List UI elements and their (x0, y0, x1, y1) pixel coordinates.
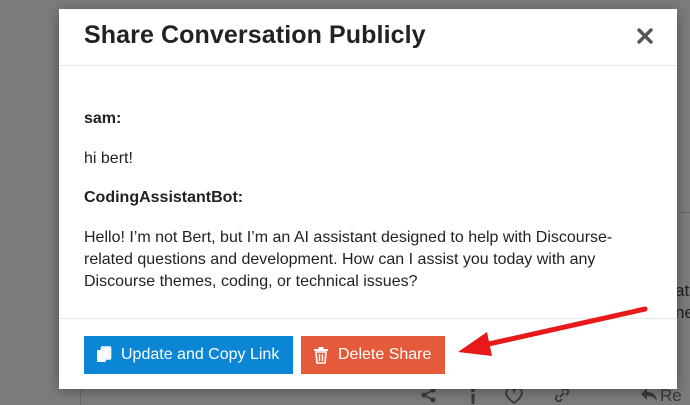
message-text-line: Discourse themes, coding, or technical i… (84, 273, 418, 290)
message-text-line: Hello! I’m not Bert, but I’m an AI assis… (84, 229, 613, 246)
background-post-border (80, 388, 81, 405)
update-and-copy-link-button[interactable]: Update and Copy Link (84, 336, 293, 374)
close-button[interactable] (635, 26, 655, 46)
update-and-copy-link-label: Update and Copy Link (121, 346, 280, 363)
modal-header: Share Conversation Publicly (59, 9, 677, 66)
background-divider (676, 212, 690, 213)
message-text: hi bert! (84, 150, 133, 167)
share-conversation-modal: Share Conversation Publicly sam: hi bert… (59, 9, 677, 389)
close-icon (637, 28, 653, 44)
background-text-fragment: ate (675, 281, 690, 300)
modal-footer: Update and Copy Link Delete Share (59, 318, 677, 390)
delete-share-label: Delete Share (338, 346, 432, 363)
message-text-line: related questions and development. How c… (84, 251, 596, 268)
trash-icon (313, 346, 329, 364)
speaker-name: CodingAssistantBot: (84, 189, 244, 206)
delete-share-button[interactable]: Delete Share (301, 336, 445, 374)
background-text-fragment: ne (675, 303, 690, 322)
speaker-name: sam: (84, 110, 122, 127)
copy-icon (96, 346, 112, 364)
modal-title: Share Conversation Publicly (84, 21, 426, 49)
